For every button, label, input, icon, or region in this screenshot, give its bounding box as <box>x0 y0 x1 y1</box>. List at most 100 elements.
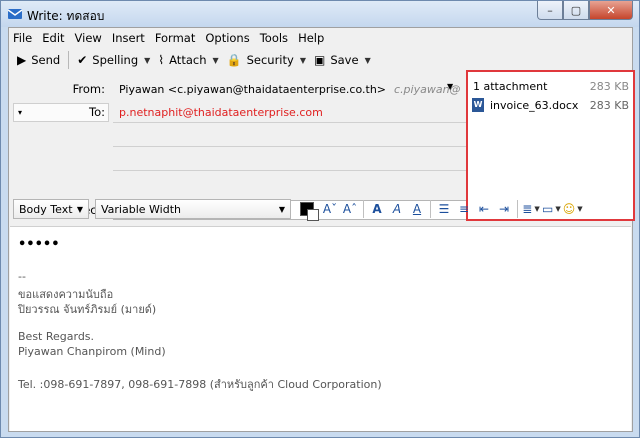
attachment-size: 283 KB <box>589 98 629 112</box>
italic-icon: A <box>392 202 402 216</box>
spelling-button[interactable]: ✔ Spelling <box>73 49 142 71</box>
insert-image-icon: ▭ <box>542 202 554 216</box>
spelling-label: Spelling <box>92 53 139 67</box>
smiley-icon: ☺ <box>562 202 576 216</box>
chevron-down-icon: ▼ <box>278 204 285 214</box>
send-label: Send <box>31 53 61 67</box>
to-field[interactable]: p.netnaphit@thaidataenterprise.com <box>113 103 467 123</box>
menu-file[interactable]: File <box>13 31 32 45</box>
menu-tools[interactable]: Tools <box>260 31 288 45</box>
numbered-list-icon: ≡ <box>458 202 470 216</box>
minimize-button[interactable]: – <box>537 1 563 20</box>
outdent-button[interactable]: ⇤ <box>475 199 493 219</box>
from-value: Piyawan <c.piyawan@thaidataenterprise.co… <box>119 82 387 96</box>
attachment-count: 1 attachment <box>473 80 548 93</box>
body-line: ••••• <box>18 237 60 252</box>
format-separator <box>517 200 518 218</box>
bullet-list-button[interactable]: ☰ <box>435 199 453 219</box>
italic-button[interactable]: A <box>388 199 406 219</box>
body-line: -- <box>18 270 26 283</box>
menu-bar: File Edit View Insert Format Options Too… <box>9 28 632 47</box>
attach-label: Attach <box>169 53 207 67</box>
indent-button[interactable]: ⇥ <box>495 199 513 219</box>
format-separator <box>363 200 364 218</box>
security-label: Security <box>246 53 294 67</box>
font-select[interactable]: Variable Width ▼ <box>95 199 291 219</box>
attach-button[interactable]: ⌇ Attach <box>154 49 210 71</box>
body-blank-line <box>18 255 631 270</box>
attachment-item[interactable]: W invoice_63.docx 283 KB <box>468 93 633 112</box>
format-toolbar: Body Text ▼ Variable Width ▼ Aˇ Aˆ A A A… <box>13 197 632 221</box>
text-color-picker[interactable] <box>300 202 319 221</box>
compose-window: Write: ทดสอบ – ▢ ✕ File Edit View Insert… <box>0 0 640 438</box>
attachment-name: invoice_63.docx <box>490 98 579 112</box>
menu-insert[interactable]: Insert <box>112 31 145 45</box>
align-button[interactable]: ≣ ▼ <box>522 199 540 219</box>
save-dropdown-icon[interactable]: ▼ <box>365 56 371 65</box>
from-label: From: <box>72 82 105 96</box>
larger-text-icon: Aˆ <box>342 202 358 216</box>
address-row-empty[interactable] <box>113 127 467 147</box>
menu-view[interactable]: View <box>75 31 102 45</box>
bold-button[interactable]: A <box>368 199 386 219</box>
body-blank-line <box>18 315 631 330</box>
underline-button[interactable]: A <box>408 199 426 219</box>
format-separator <box>430 200 431 218</box>
menu-edit[interactable]: Edit <box>42 31 64 45</box>
underline-icon: A <box>412 202 422 216</box>
menu-help[interactable]: Help <box>298 31 324 45</box>
save-label: Save <box>330 53 359 67</box>
title-bar[interactable]: Write: ทดสอบ – ▢ ✕ <box>1 1 639 27</box>
body-line: Best Regards. <box>18 330 95 343</box>
insert-button[interactable]: ▭ ▼ <box>542 199 561 219</box>
body-line: ปิยวรรณ จันทร์ภิรมย์ (มายด์) <box>18 303 157 316</box>
outdent-icon: ⇤ <box>478 202 490 216</box>
toolbar-separator <box>68 51 70 69</box>
word-document-icon: W <box>472 98 484 112</box>
indent-icon: ⇥ <box>498 202 510 216</box>
thunderbird-icon <box>8 9 22 19</box>
attachment-total-size: 283 KB <box>589 80 629 93</box>
spelling-dropdown-icon[interactable]: ▼ <box>144 56 150 65</box>
body-line: Tel. :098-691-7897, 098-691-7898 (สำหรับ… <box>18 378 382 391</box>
save-button[interactable]: ▣ Save <box>310 49 363 71</box>
smaller-text-button[interactable]: Aˇ <box>321 199 339 219</box>
smaller-text-icon: Aˇ <box>322 202 338 216</box>
font-value: Variable Width <box>101 202 181 216</box>
message-body[interactable]: ••••• -- ขอแสดงความนับถือ ปิยวรรณ จันทร์… <box>10 226 631 431</box>
lock-icon: 🔒 <box>226 53 242 67</box>
to-value: p.netnaphit@thaidataenterprise.com <box>119 106 323 119</box>
numbered-list-button[interactable]: ≡ <box>455 199 473 219</box>
attach-dropdown-icon[interactable]: ▼ <box>212 56 218 65</box>
compose-toolbar: ▶ Send ✔ Spelling ▼ ⌇ Attach ▼ 🔒 Securit… <box>9 48 632 72</box>
body-line: Piyawan Chanpirom (Mind) <box>18 345 166 358</box>
attachment-summary[interactable]: 1 attachment 283 KB <box>468 72 633 93</box>
close-button[interactable]: ✕ <box>589 1 633 20</box>
from-dropdown-icon[interactable]: ▼ <box>447 82 453 91</box>
chevron-down-icon: ▼ <box>76 204 83 214</box>
body-blank-line <box>18 360 631 375</box>
address-row-empty[interactable] <box>113 151 467 171</box>
paperclip-icon: ⌇ <box>158 53 165 67</box>
security-button[interactable]: 🔒 Security <box>223 49 298 71</box>
bold-icon: A <box>372 202 382 216</box>
larger-text-button[interactable]: Aˆ <box>341 199 359 219</box>
bullet-list-icon: ☰ <box>438 202 450 216</box>
from-select[interactable]: Piyawan <c.piyawan@thaidataenterprise.co… <box>113 79 460 99</box>
menu-options[interactable]: Options <box>205 31 249 45</box>
body-line: ขอแสดงความนับถือ <box>18 288 114 301</box>
send-button[interactable]: ▶ Send <box>13 49 64 71</box>
send-icon: ▶ <box>17 53 27 67</box>
checkmark-icon: ✔ <box>77 53 88 67</box>
menu-format[interactable]: Format <box>155 31 196 45</box>
maximize-button[interactable]: ▢ <box>563 1 589 20</box>
floppy-icon: ▣ <box>313 53 326 67</box>
address-row-empty[interactable] <box>113 175 467 195</box>
to-label: To: <box>89 105 105 119</box>
paragraph-style-select[interactable]: Body Text ▼ <box>13 199 89 219</box>
security-dropdown-icon[interactable]: ▼ <box>300 56 306 65</box>
emoticon-button[interactable]: ☺ ▼ <box>563 199 583 219</box>
window-title: Write: ทดสอบ <box>27 9 105 23</box>
paragraph-style-value: Body Text <box>19 202 73 216</box>
align-icon: ≣ <box>522 202 533 216</box>
